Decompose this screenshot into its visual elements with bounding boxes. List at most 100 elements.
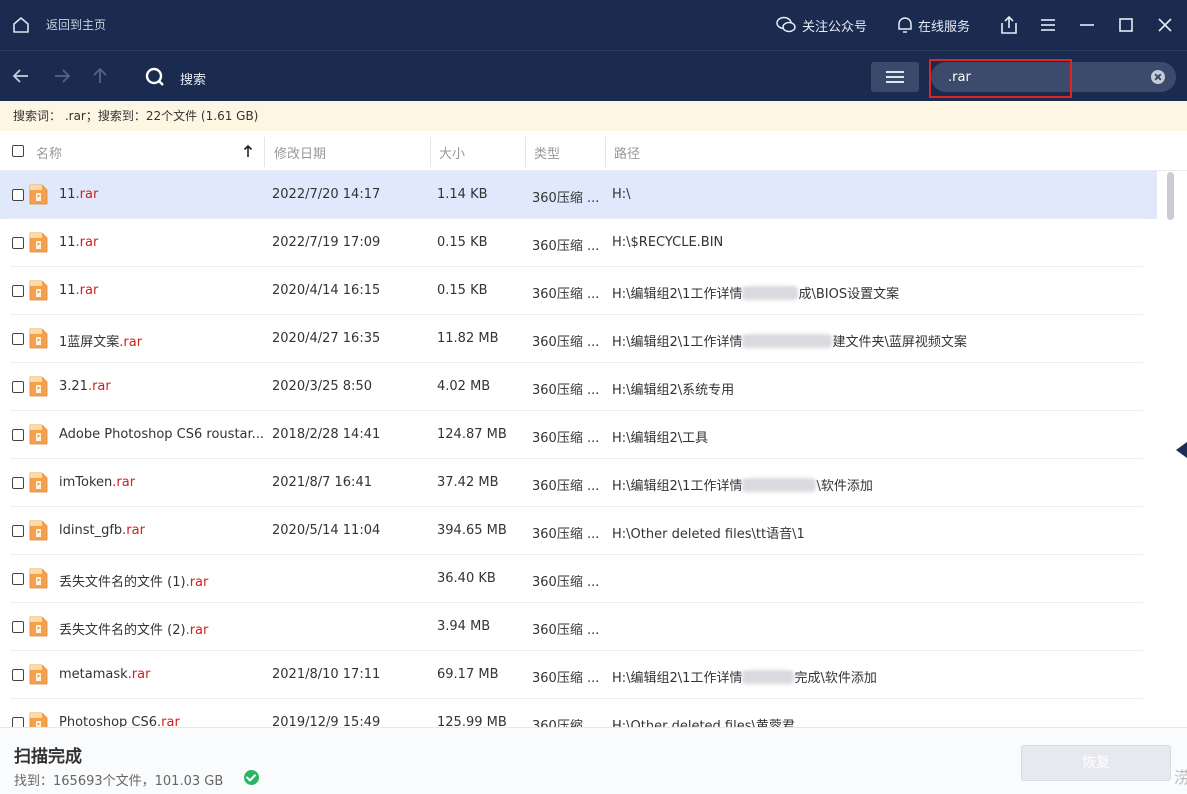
wechat-icon[interactable] — [775, 14, 797, 36]
scrollbar-thumb[interactable] — [1167, 172, 1174, 220]
file-name: metamask.rar — [59, 667, 150, 682]
file-date: 2020/5/14 11:04 — [272, 523, 381, 538]
row-checkbox[interactable] — [12, 669, 24, 681]
redacted-path — [742, 478, 817, 492]
row-checkbox[interactable] — [12, 429, 24, 441]
file-extension: .rar — [185, 623, 209, 638]
search-highlight-box — [929, 59, 1072, 98]
file-base-name: 11 — [59, 187, 76, 202]
file-date: 2021/8/10 17:11 — [272, 667, 381, 682]
file-base-name: 丢失文件名的文件 (2) — [59, 623, 186, 638]
row-checkbox[interactable] — [12, 573, 24, 585]
collapse-panel-arrow-icon[interactable] — [1176, 442, 1187, 458]
close-icon[interactable] — [1154, 14, 1176, 36]
file-type: 360压缩 ... — [532, 671, 600, 686]
table-row[interactable]: 11.rar 2022/7/20 14:17 1.14 KB 360压缩 ... H:\ — [0, 171, 1157, 219]
file-path: H:\$RECYCLE.BIN — [612, 235, 723, 250]
file-base-name: 11 — [59, 283, 76, 298]
file-type: 360压缩 ... — [532, 479, 600, 494]
search-label[interactable]: 搜索 — [180, 69, 206, 88]
file-type: 360压缩 ... — [532, 527, 600, 542]
toolbar: 搜索 — [0, 50, 1187, 101]
file-path: H:\ — [612, 187, 631, 202]
clear-search-icon[interactable] — [1151, 70, 1165, 84]
file-path-end: \软件添加 — [816, 479, 873, 494]
row-checkbox[interactable] — [12, 477, 24, 489]
bell-icon[interactable] — [894, 14, 916, 36]
back-arrow-icon[interactable] — [11, 66, 31, 86]
file-base-name: imToken — [59, 475, 113, 490]
file-path-start: H:\编辑组2\1工作详情 — [612, 671, 743, 686]
file-size: 124.87 MB — [437, 427, 507, 442]
view-menu-button[interactable] — [871, 62, 919, 92]
search-icon[interactable] — [145, 67, 165, 87]
select-all-checkbox[interactable] — [12, 145, 24, 157]
table-row[interactable]: 丢失文件名的文件 (1).rar 36.40 KB 360压缩 ... — [0, 555, 1157, 603]
column-type[interactable]: 类型 — [534, 143, 560, 162]
file-type: 360压缩 ... — [532, 191, 600, 206]
file-name: 11.rar — [59, 187, 98, 202]
row-checkbox[interactable] — [12, 333, 24, 345]
home-icon[interactable] — [11, 15, 31, 35]
column-size[interactable]: 大小 — [439, 143, 465, 162]
file-path-start: H:\编辑组2\工具 — [612, 431, 709, 446]
row-checkbox[interactable] — [12, 237, 24, 249]
table-row[interactable]: 3.21.rar 2020/3/25 8:50 4.02 MB 360压缩 ... H:… — [0, 363, 1157, 411]
file-extension: .rar — [157, 715, 180, 727]
scan-found-count: 找到：165693个文件，101.03 GB — [14, 774, 224, 789]
rar-file-icon — [29, 472, 48, 493]
menu-icon[interactable] — [1037, 14, 1059, 36]
table-row[interactable]: 11.rar 2022/7/19 17:09 0.15 KB 360压缩 ... H:\… — [0, 219, 1157, 267]
file-name: 1蓝屏文案.rar — [59, 331, 142, 350]
table-row[interactable]: Adobe Photoshop CS6 roustar... 2018/2/28 … — [0, 411, 1157, 459]
file-path-end: 建文件夹\蓝屏视频文案 — [832, 335, 967, 350]
online-service-link[interactable]: 在线服务 — [918, 16, 970, 35]
row-checkbox[interactable] — [12, 717, 24, 727]
file-path: H:\Other deleted files\黄蓉君 — [612, 715, 795, 727]
rar-file-icon — [29, 568, 48, 589]
file-type: 360压缩 ... — [532, 623, 600, 638]
table-row[interactable]: 1蓝屏文案.rar 2020/4/27 16:35 11.82 MB 360压缩 ..… — [0, 315, 1157, 363]
back-home-link[interactable]: 返回到主页 — [46, 16, 106, 33]
recover-button[interactable]: 恢复 — [1021, 745, 1171, 781]
file-size: 37.42 MB — [437, 475, 499, 490]
file-base-name: 3.21 — [59, 379, 88, 394]
column-modified[interactable]: 修改日期 — [274, 143, 326, 162]
forward-arrow-icon[interactable] — [52, 66, 72, 86]
file-date: 2021/8/7 16:41 — [272, 475, 372, 490]
sort-ascending-icon[interactable] — [243, 144, 253, 158]
share-icon[interactable] — [998, 14, 1020, 36]
row-checkbox[interactable] — [12, 285, 24, 297]
maximize-icon[interactable] — [1115, 14, 1137, 36]
follow-account-link[interactable]: 关注公众号 — [802, 16, 867, 35]
column-name[interactable]: 名称 — [36, 143, 62, 162]
table-row[interactable]: metamask.rar 2021/8/10 17:11 69.17 MB 360压缩… — [0, 651, 1157, 699]
file-size: 4.02 MB — [437, 379, 491, 394]
column-path[interactable]: 路径 — [614, 143, 640, 162]
file-extension: .rar — [122, 523, 145, 538]
row-checkbox[interactable] — [12, 189, 24, 201]
row-checkbox[interactable] — [12, 525, 24, 537]
up-arrow-icon[interactable] — [90, 66, 110, 86]
minimize-icon[interactable] — [1076, 14, 1098, 36]
table-row[interactable]: imToken.rar 2021/8/7 16:41 37.42 MB 360压缩 .… — [0, 459, 1157, 507]
file-base-name: 丢失文件名的文件 (1) — [59, 575, 186, 590]
file-base-name: ldinst_gfb — [59, 523, 123, 538]
row-checkbox[interactable] — [12, 381, 24, 393]
file-path-end: 完成\软件添加 — [794, 671, 877, 686]
table-row[interactable]: 11.rar 2020/4/14 16:15 0.15 KB 360压缩 ... H:\… — [0, 267, 1157, 315]
file-type: 360压缩 ... — [532, 431, 600, 446]
file-path-start: H:\$RECYCLE.BIN — [612, 235, 724, 250]
file-extension: .rar — [87, 379, 111, 394]
file-type: 360压缩 ... — [532, 239, 600, 254]
table-row[interactable]: Photoshop CS6.rar 2019/12/9 15:49 125.99 M… — [0, 699, 1157, 727]
table-row[interactable]: ldinst_gfb.rar 2020/5/14 11:04 394.65 MB 36… — [0, 507, 1157, 555]
file-size: 3.94 MB — [437, 619, 491, 634]
file-path-start: H:\编辑组2\系统专用 — [612, 383, 735, 398]
file-size: 11.82 MB — [437, 331, 499, 346]
file-name: 3.21.rar — [59, 379, 111, 394]
file-date: 2018/2/28 14:41 — [272, 427, 381, 442]
table-row[interactable]: 丢失文件名的文件 (2).rar 3.94 MB 360压缩 ... — [0, 603, 1157, 651]
row-checkbox[interactable] — [12, 621, 24, 633]
file-base-name: 1蓝屏文案 — [59, 335, 120, 350]
